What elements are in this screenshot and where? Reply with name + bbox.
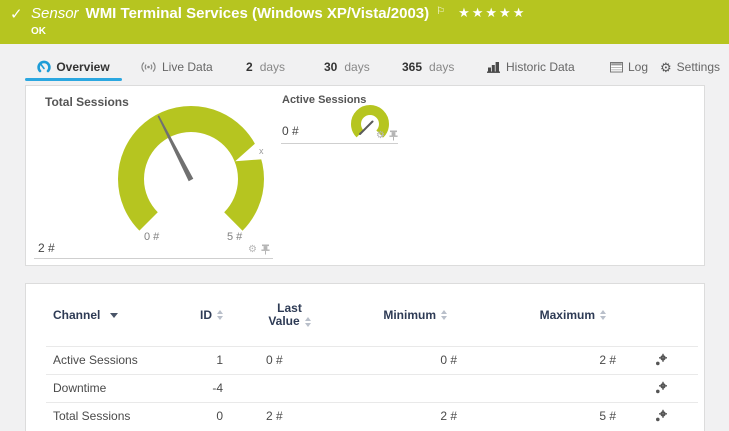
tab-historic-data[interactable]: Historic Data xyxy=(487,55,575,79)
active-gauge-pin-icon[interactable] xyxy=(389,130,398,141)
gauge-icon xyxy=(37,60,51,74)
sort-arrows-icon xyxy=(305,317,311,327)
channel-settings-icon[interactable] xyxy=(654,381,668,395)
total-gauge-min-label: 0 # xyxy=(144,231,159,243)
live-data-icon xyxy=(140,60,157,74)
tab-30-days[interactable]: 30 days xyxy=(324,55,370,79)
tab-2-days-number: 2 xyxy=(246,60,253,74)
active-gauge-settings-icon[interactable]: ⚙ xyxy=(376,131,385,141)
last-value-header-line2: Value xyxy=(268,315,299,328)
status-check-icon: ✓ xyxy=(10,5,23,23)
gauges-panel: Total Sessions 0 # 5 # x 2 # ⚙ Active Se… xyxy=(25,85,705,266)
tab-log-label: Log xyxy=(628,60,648,74)
channel-last-value: 2 # xyxy=(223,409,326,423)
sensor-header: ✓ Sensor WMI Terminal Services (Windows … xyxy=(0,0,729,44)
channels-table-panel: Channel ID Last Value Minimum Maximum Ac… xyxy=(25,283,705,431)
total-gauge-max-label: 5 # xyxy=(227,231,242,243)
bar-chart-icon xyxy=(487,61,501,73)
tab-live-data-label: Live Data xyxy=(162,60,213,74)
total-sessions-gauge xyxy=(111,96,321,256)
tab-historic-data-label: Historic Data xyxy=(506,60,575,74)
channel-header-label: Channel xyxy=(53,308,100,322)
tab-overview[interactable]: Overview xyxy=(25,55,122,79)
table-row: Downtime -4 xyxy=(26,374,704,402)
column-header-last-value[interactable]: Last Value xyxy=(223,302,326,328)
table-row: Total Sessions 0 2 # 2 # 5 # xyxy=(26,402,704,430)
tab-log[interactable]: Log xyxy=(610,55,648,79)
tab-settings[interactable]: ⚙ Settings xyxy=(660,55,720,79)
maximum-header-label: Maximum xyxy=(540,308,595,322)
status-badge: OK xyxy=(31,26,46,37)
object-kind-label: Sensor xyxy=(31,5,79,22)
column-header-maximum[interactable]: Maximum xyxy=(459,308,618,322)
column-header-id[interactable]: ID xyxy=(196,308,223,322)
active-gauge-underline xyxy=(281,143,398,144)
sort-arrows-icon xyxy=(441,310,447,320)
total-gauge-underline xyxy=(34,258,273,259)
priority-stars[interactable]: ★★★★★ xyxy=(458,5,526,21)
tab-overview-label: Overview xyxy=(56,60,109,74)
column-header-minimum[interactable]: Minimum xyxy=(326,308,459,322)
sorted-desc-icon xyxy=(110,313,118,318)
tab-30-days-number: 30 xyxy=(324,60,337,74)
sensor-title: WMI Terminal Services (Windows XP/Vista/… xyxy=(86,5,430,22)
channel-settings-icon[interactable] xyxy=(654,353,668,367)
total-sessions-current-value: 2 # xyxy=(38,241,55,255)
channel-id: 1 xyxy=(216,353,223,367)
log-list-icon xyxy=(610,62,623,73)
channel-id: -4 xyxy=(212,381,223,395)
channel-name: Active Sessions xyxy=(53,353,138,367)
channel-settings-icon[interactable] xyxy=(654,409,668,423)
channel-minimum: 0 # xyxy=(326,353,459,367)
minimum-header-label: Minimum xyxy=(383,308,436,322)
tab-365-days-unit: days xyxy=(429,60,454,74)
table-header-row: Channel ID Last Value Minimum Maximum xyxy=(26,284,704,346)
tab-30-days-unit: days xyxy=(344,60,369,74)
tab-settings-label: Settings xyxy=(677,60,720,74)
tab-2-days-unit: days xyxy=(260,60,285,74)
sort-arrows-icon xyxy=(600,310,606,320)
channel-last-value: 0 # xyxy=(223,353,326,367)
priority-flag-icon[interactable]: ⚐ xyxy=(436,6,445,17)
channel-id: 0 xyxy=(216,409,223,423)
channel-maximum: 5 # xyxy=(459,409,618,423)
tab-2-days[interactable]: 2 days xyxy=(246,55,285,79)
gauge-marker-x: x xyxy=(259,146,264,156)
channel-name: Total Sessions xyxy=(53,409,130,423)
id-header-label: ID xyxy=(200,308,212,322)
total-gauge-pin-icon[interactable] xyxy=(261,244,270,255)
channel-minimum: 2 # xyxy=(326,409,459,423)
table-row: Active Sessions 1 0 # 0 # 2 # xyxy=(26,346,704,374)
channel-name: Downtime xyxy=(53,381,106,395)
channel-maximum: 2 # xyxy=(459,353,618,367)
settings-gear-icon: ⚙ xyxy=(660,61,672,74)
tab-365-days[interactable]: 365 days xyxy=(402,55,454,79)
active-tab-underline xyxy=(25,78,122,81)
total-gauge-settings-icon[interactable]: ⚙ xyxy=(248,245,257,255)
active-sessions-current-value: 0 # xyxy=(282,124,299,138)
mini-gauge-needle xyxy=(360,122,373,135)
tab-365-days-number: 365 xyxy=(402,60,422,74)
column-header-channel[interactable]: Channel xyxy=(26,308,196,322)
tab-live-data[interactable]: Live Data xyxy=(140,55,213,79)
